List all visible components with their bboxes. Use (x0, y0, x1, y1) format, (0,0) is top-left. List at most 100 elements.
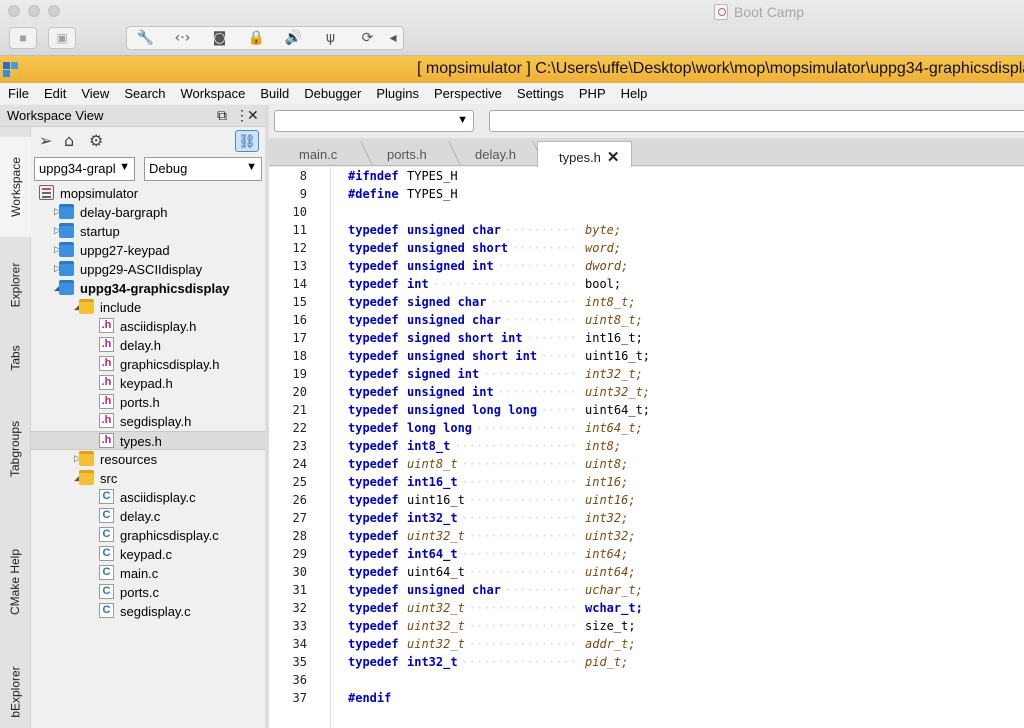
tab-ports-h[interactable]: ports.h (365, 141, 461, 167)
tree-item[interactable]: .h segdisplay.h (31, 412, 265, 431)
side-tabs: Workspace Explorer Tabs Tabgroups CMake Help… (0, 127, 31, 728)
tab-delay-h[interactable]: delay.h (453, 141, 545, 167)
tree-item[interactable]: ▷ uppg29-ASCIIdisplay (31, 260, 265, 279)
close-window-button[interactable] (8, 5, 20, 17)
code-type: unsigned char (407, 223, 501, 237)
menu-settings[interactable]: Settings (517, 86, 564, 101)
tree-item[interactable]: .h asciidisplay.h (31, 317, 265, 336)
menu-plugins[interactable]: Plugins (376, 86, 419, 101)
side-tab-tabgroups[interactable]: Tabgroups (0, 395, 31, 503)
code-alias: int32; (585, 511, 629, 525)
home-icon[interactable]: ⌂ (64, 131, 74, 150)
whitespace-dots: ·········· (504, 223, 577, 237)
tree-item-label: asciidisplay.c (120, 490, 196, 505)
tree-item[interactable]: .h delay.h (31, 336, 265, 355)
line-number: 37 (292, 691, 307, 705)
code-alias: size_t; (585, 619, 636, 633)
menu-perspective[interactable]: Perspective (434, 86, 502, 101)
folder-icon (59, 242, 74, 257)
tree-item[interactable]: .h keypad.h (31, 374, 265, 393)
close-icon[interactable]: ✕ (247, 107, 259, 124)
scope-select[interactable]: ▼ (274, 110, 474, 132)
close-icon[interactable]: ✕ (607, 149, 620, 166)
tab-label: delay.h (475, 147, 516, 162)
collapse-icon[interactable]: ◂ (386, 30, 400, 46)
side-tab-workspace[interactable]: Workspace (0, 137, 31, 237)
workspace-toolbar: ➢ ⌂ ⚙ ⛓ (31, 127, 265, 155)
menu-edit[interactable]: Edit (44, 86, 66, 101)
lock-icon[interactable]: 🔒 (238, 30, 275, 46)
code-line: 30 typedef uint64_t ··············· uint64; (269, 563, 1024, 581)
menu-help[interactable]: Help (621, 86, 648, 101)
usb-icon[interactable]: ψ (312, 30, 349, 46)
side-tab-tabs[interactable]: Tabs (0, 327, 31, 389)
code-editor[interactable]: 8 #ifndef TYPES_H 9 #define TYPES_H 10 11 typede… (269, 167, 1024, 728)
code-alias: word; (585, 241, 622, 255)
tree-item[interactable]: Cports.c (31, 583, 265, 602)
tree-item[interactable]: mopsimulator (31, 184, 265, 203)
tree-item[interactable]: ◢ include (31, 298, 265, 317)
code-alias: int64_t; (585, 421, 643, 435)
tree-item-label: keypad.h (120, 376, 173, 391)
code-type: unsigned char (407, 583, 501, 597)
tree-item[interactable]: Ckeypad.c (31, 545, 265, 564)
stop-icon[interactable]: ■ (9, 27, 37, 49)
tree-item[interactable]: Cmain.c (31, 564, 265, 583)
tree-item[interactable]: ▷ startup (31, 222, 265, 241)
whitespace-dots: ··············· (468, 601, 577, 615)
code-keyword: typedef (348, 349, 399, 363)
side-tab-bexplorer[interactable]: bExplorer (0, 657, 31, 727)
h-file-icon: .h (99, 433, 114, 448)
tree-item[interactable]: ▷ delay-bargraph (31, 203, 265, 222)
tree-item-label: uppg29-ASCIIdisplay (80, 262, 203, 277)
refresh-icon[interactable]: ⟳ (349, 30, 386, 46)
tree-item[interactable]: ◢ uppg34-graphicsdisplay (31, 279, 265, 298)
link-editor-icon[interactable]: ⛓ (235, 130, 259, 152)
workspace-title: Workspace View (7, 108, 104, 123)
zoom-window-button[interactable] (48, 5, 60, 17)
menu-debugger[interactable]: Debugger (304, 86, 361, 101)
code-line: 8 #ifndef TYPES_H (269, 167, 1024, 185)
restore-icon[interactable]: ⧉ (217, 107, 227, 124)
config-select[interactable]: Debug ▼ (144, 157, 262, 181)
gear-icon[interactable]: ⚙ (89, 131, 103, 150)
tree-item[interactable]: .h types.h (31, 431, 265, 450)
function-select[interactable] (489, 110, 1024, 132)
tree-item[interactable]: Cdelay.c (31, 507, 265, 526)
project-select[interactable]: uppg34-grapl ▼ (34, 157, 135, 181)
whitespace-dots: ·············· (475, 421, 577, 435)
menu-file[interactable]: File (8, 86, 29, 101)
tab-types-h[interactable]: types.h ✕ (537, 141, 632, 167)
tab-main-c[interactable]: main.c (277, 141, 373, 167)
wrench-icon[interactable]: 🔧 (127, 30, 164, 46)
code-alias: pid_t; (585, 655, 629, 669)
tree-item[interactable]: Cgraphicsdisplay.c (31, 526, 265, 545)
menu-php[interactable]: PHP (579, 86, 606, 101)
code-line: 14 typedef int ···················· bool; (269, 275, 1024, 293)
disk-icon[interactable]: ◙ (201, 30, 238, 46)
tree-item[interactable]: Csegdisplay.c (31, 602, 265, 621)
menu-search[interactable]: Search (124, 86, 165, 101)
side-tab-cmake-help[interactable]: CMake Help (0, 517, 31, 647)
minimize-window-button[interactable] (28, 5, 40, 17)
tree-item[interactable]: .h ports.h (31, 393, 265, 412)
tree-item-label: delay-bargraph (80, 205, 168, 220)
snapshot-icon[interactable]: ▣ (48, 27, 76, 49)
arrows-icon[interactable]: ‹·› (164, 30, 201, 46)
menu-build[interactable]: Build (260, 86, 289, 101)
send-icon[interactable]: ➢ (39, 131, 52, 150)
whitespace-dots: ····· (540, 403, 577, 417)
speaker-icon[interactable]: 🔊 (275, 30, 312, 46)
tree-item[interactable]: ▷ resources (31, 450, 265, 469)
tree-item[interactable]: .h graphicsdisplay.h (31, 355, 265, 374)
menu-view[interactable]: View (81, 86, 109, 101)
mac-window-title: Boot Camp (734, 4, 805, 20)
menu-workspace[interactable]: Workspace (181, 86, 246, 101)
line-number: 11 (292, 223, 307, 237)
code-line: 31 typedef unsigned char ·········· uchar_t; (269, 581, 1024, 599)
tree-item[interactable]: Casciidisplay.c (31, 488, 265, 507)
side-tab-explorer[interactable]: Explorer (0, 245, 31, 325)
tree-item[interactable]: ◢ src (31, 469, 265, 488)
code-line: 33 typedef uint32_t ··············· size_t; (269, 617, 1024, 635)
tree-item[interactable]: ▷ uppg27-keypad (31, 241, 265, 260)
